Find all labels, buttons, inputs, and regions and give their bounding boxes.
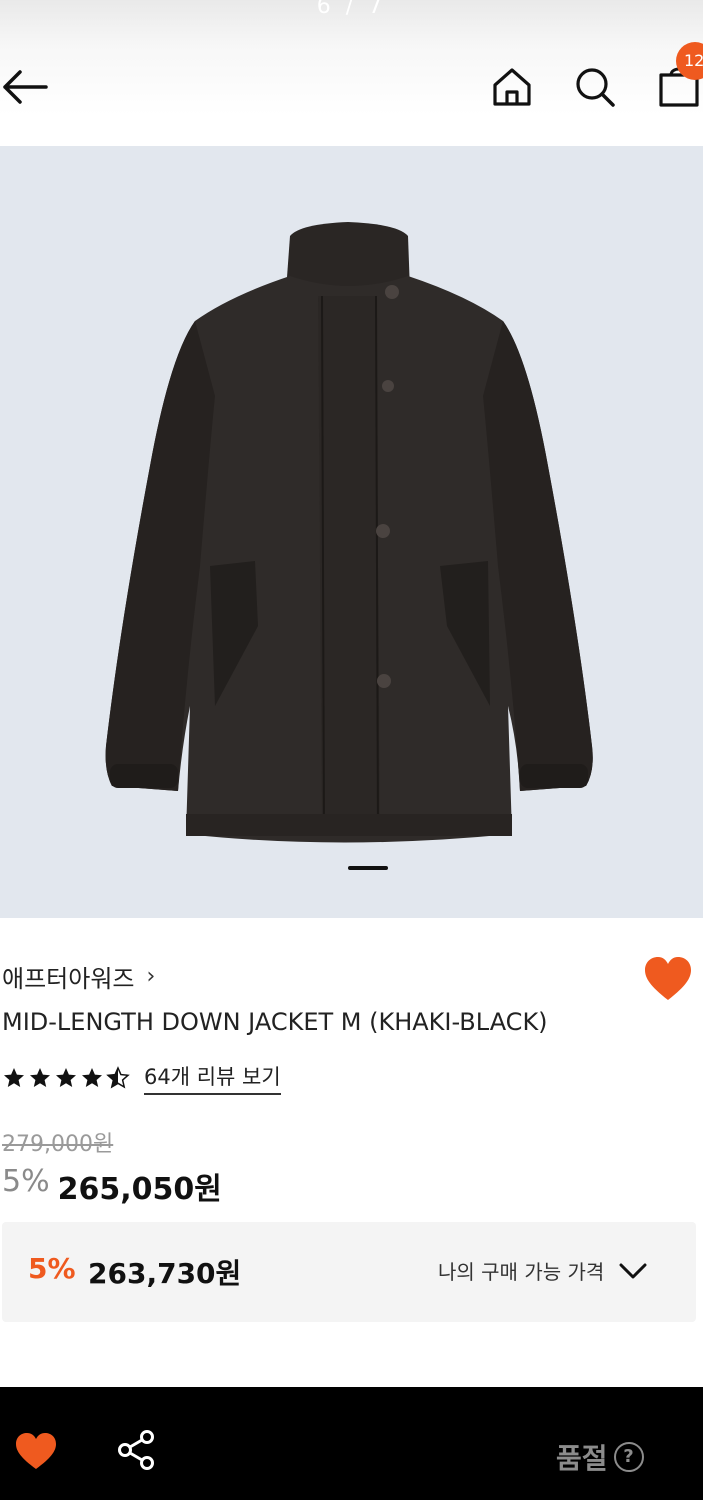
sale-price-row: 5% 265,050원	[2, 1164, 222, 1208]
image-page-indicator: 6 / 7	[316, 0, 387, 19]
sold-out-status: 품절 ?	[556, 1437, 644, 1477]
heart-filled-icon	[16, 1433, 56, 1469]
member-discount-percent: 5%	[28, 1252, 76, 1285]
star-full-icon	[4, 1068, 24, 1087]
product-title: MID-LENGTH DOWN JACKET M (KHAKI-BLACK)	[2, 1008, 548, 1036]
member-price-toggle-label: 나의 구매 가능 가격	[438, 1260, 605, 1284]
brand-name: 애프터아워즈	[2, 964, 135, 993]
search-button[interactable]	[573, 65, 617, 109]
home-button[interactable]	[490, 65, 534, 109]
search-icon	[576, 68, 615, 107]
rating-row: 64개 리뷰 보기	[2, 1061, 281, 1095]
carousel-active-indicator	[348, 866, 388, 870]
share-icon	[118, 1430, 154, 1470]
jacket-photo	[105, 222, 593, 843]
bottom-wishlist-button[interactable]	[14, 1431, 58, 1471]
top-app-bar: 6 / 7 12	[0, 0, 703, 115]
member-price: 263,730원	[88, 1257, 242, 1290]
sold-out-label: 품절	[556, 1442, 608, 1475]
back-button[interactable]	[0, 64, 52, 110]
star-full-icon	[30, 1068, 50, 1087]
member-price-toggle[interactable]: 나의 구매 가능 가격	[438, 1256, 648, 1285]
back-arrow-icon	[3, 70, 48, 104]
bottom-action-bar: 품절 ?	[0, 1387, 703, 1500]
share-button[interactable]	[116, 1429, 158, 1471]
star-full-icon	[82, 1068, 102, 1087]
star-full-icon	[56, 1068, 76, 1087]
member-price-box[interactable]: 5% 263,730원 나의 구매 가능 가격	[2, 1222, 696, 1322]
home-icon	[493, 68, 531, 106]
brand-link[interactable]: 애프터아워즈 ›	[2, 958, 155, 994]
sale-price: 265,050원	[57, 1172, 222, 1207]
sale-discount-percent: 5%	[2, 1164, 50, 1199]
chevron-down-icon	[619, 1263, 647, 1278]
help-icon[interactable]: ?	[613, 1442, 644, 1472]
heart-filled-icon	[645, 957, 691, 1000]
reviews-link[interactable]: 64개 리뷰 보기	[144, 1061, 281, 1095]
product-image-carousel[interactable]	[0, 146, 703, 918]
chevron-right-icon: ›	[146, 963, 156, 989]
rating-stars	[2, 1066, 130, 1090]
original-price: 279,000원	[2, 1132, 114, 1157]
wishlist-button[interactable]	[642, 954, 694, 1006]
star-half-icon	[106, 1066, 130, 1089]
